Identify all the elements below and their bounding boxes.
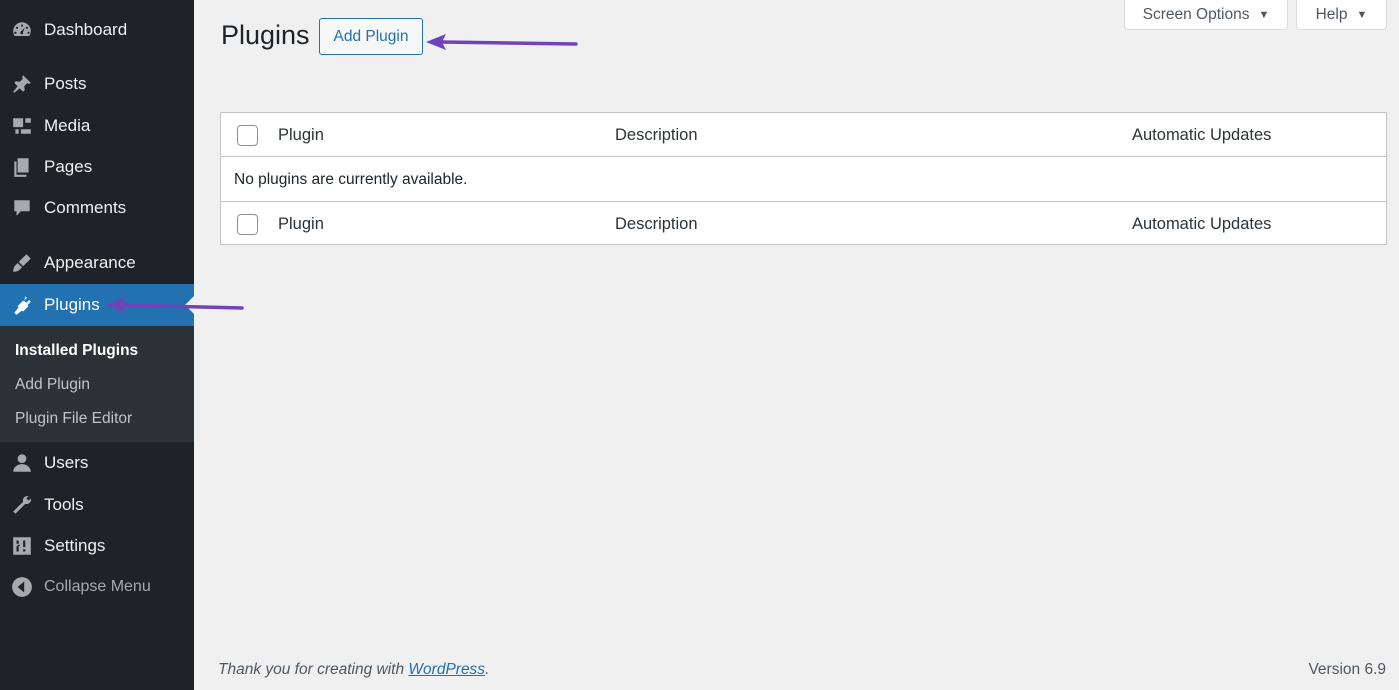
help-button[interactable]: Help ▼	[1296, 0, 1387, 30]
add-plugin-button[interactable]: Add Plugin	[319, 18, 423, 55]
collapse-icon	[11, 576, 33, 598]
column-footer-description: Description	[615, 215, 698, 233]
caret-down-icon: ▼	[1258, 8, 1270, 21]
active-menu-notch	[185, 296, 194, 314]
user-icon	[11, 452, 33, 474]
sidebar-item-label: Appearance	[44, 253, 136, 272]
select-all-checkbox[interactable]	[237, 125, 258, 146]
sidebar-item-settings[interactable]: Settings	[0, 526, 194, 566]
footer-version: Version 6.9	[1308, 661, 1386, 678]
column-footer-plugin[interactable]: Plugin	[278, 215, 324, 234]
pages-icon	[11, 156, 33, 178]
plugins-table: Plugin Description Automatic Updates No …	[220, 112, 1387, 245]
sidebar-item-label: Pages	[44, 157, 93, 176]
sidebar-item-label: Posts	[44, 74, 87, 93]
table-header-row: Plugin Description Automatic Updates	[221, 113, 1386, 157]
column-footer-automatic-updates: Automatic Updates	[1132, 215, 1272, 233]
sidebar-item-label: Plugins	[44, 295, 100, 314]
wrench-icon	[11, 494, 33, 516]
sidebar-item-pages[interactable]: Pages	[0, 147, 194, 187]
table-footer-row: Plugin Description Automatic Updates	[221, 201, 1386, 245]
caret-down-icon: ▼	[1356, 8, 1368, 21]
sidebar-item-comments[interactable]: Comments	[0, 188, 194, 228]
dashboard-icon	[11, 19, 33, 41]
plugins-submenu: Installed Plugins Add Plugin Plugin File…	[0, 326, 194, 442]
sidebar-item-appearance[interactable]: Appearance	[0, 243, 194, 283]
plugin-icon	[11, 294, 33, 316]
sidebar-item-label: Dashboard	[44, 20, 128, 39]
no-plugins-message: No plugins are currently available.	[234, 171, 468, 188]
select-all-checkbox-footer[interactable]	[237, 214, 258, 235]
sidebar-item-users[interactable]: Users	[0, 443, 194, 483]
column-header-plugin[interactable]: Plugin	[278, 126, 324, 145]
submenu-add-plugin[interactable]: Add Plugin	[15, 376, 90, 394]
footer-thanks-suffix: .	[485, 661, 490, 678]
sidebar-item-label: Comments	[44, 198, 127, 217]
settings-icon	[11, 535, 33, 557]
table-empty-row: No plugins are currently available.	[221, 157, 1386, 201]
comment-icon	[11, 197, 33, 219]
media-icon	[11, 115, 33, 137]
sidebar-item-dashboard[interactable]: Dashboard	[0, 10, 194, 50]
wordpress-link[interactable]: WordPress	[408, 661, 485, 678]
sidebar-item-posts[interactable]: Posts	[0, 64, 194, 104]
brush-icon	[11, 252, 33, 274]
submenu-plugin-file-editor[interactable]: Plugin File Editor	[15, 410, 132, 428]
footer-thanks-prefix: Thank you for creating with	[218, 661, 409, 678]
screen-options-button[interactable]: Screen Options ▼	[1124, 0, 1288, 30]
pin-icon	[11, 73, 33, 95]
sidebar-item-label: Settings	[44, 536, 106, 555]
admin-sidebar: Dashboard Posts Media Pages Comments App…	[0, 0, 194, 690]
collapse-menu-label: Collapse Menu	[44, 578, 151, 595]
page-title: Plugins	[221, 20, 310, 50]
help-label: Help	[1315, 5, 1348, 23]
column-header-description: Description	[615, 126, 698, 144]
sidebar-item-tools[interactable]: Tools	[0, 485, 194, 525]
submenu-installed-plugins[interactable]: Installed Plugins	[15, 342, 138, 360]
screen-options-label: Screen Options	[1142, 5, 1250, 23]
sidebar-item-plugins[interactable]: Plugins	[0, 284, 194, 326]
sidebar-item-label: Media	[44, 116, 91, 135]
column-header-automatic-updates: Automatic Updates	[1132, 126, 1272, 144]
collapse-menu-button[interactable]: Collapse Menu	[0, 567, 194, 607]
sidebar-item-label: Users	[44, 453, 89, 472]
sidebar-item-label: Tools	[44, 495, 84, 514]
annotation-arrow-add-plugin	[426, 34, 578, 50]
sidebar-item-media[interactable]: Media	[0, 106, 194, 146]
footer-thanks: Thank you for creating with WordPress.	[218, 661, 489, 679]
